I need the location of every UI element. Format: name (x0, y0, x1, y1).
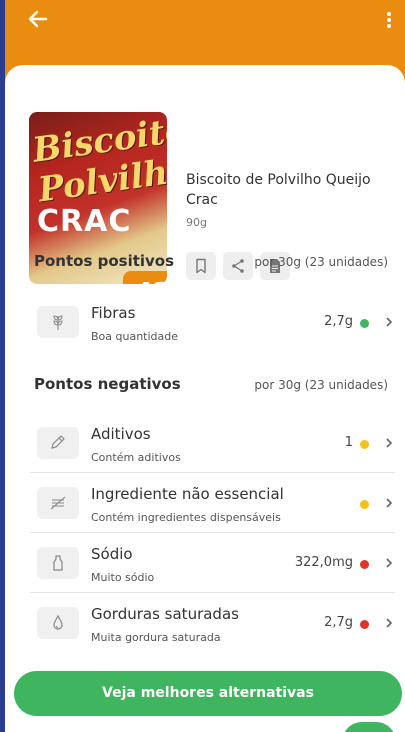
salt-shaker-icon (37, 547, 79, 579)
divider (30, 472, 395, 473)
row-value: 1 (344, 435, 353, 450)
nutrient-row-gorduras[interactable]: Gorduras saturadas Muita gordura saturad… (30, 599, 398, 659)
row-subtitle: Contém ingredientes dispensáveis (91, 511, 281, 524)
divider (30, 532, 395, 533)
divider (30, 592, 395, 593)
share-icon (232, 259, 244, 273)
chevron-right-icon (386, 558, 393, 568)
row-title: Sódio (91, 545, 133, 563)
status-dot-bad (360, 620, 369, 629)
row-title: Aditivos (91, 425, 151, 443)
row-subtitle: Contém aditivos (91, 451, 181, 464)
status-dot-bad (360, 560, 369, 569)
share-button[interactable] (223, 252, 253, 280)
nutrient-row-ingrediente[interactable]: Ingrediente não essencial Contém ingredi… (30, 479, 398, 539)
status-dot-medium (360, 500, 369, 509)
chevron-right-icon (386, 438, 393, 448)
row-title: Ingrediente não essencial (91, 485, 284, 503)
wheat-icon (37, 306, 79, 338)
chevron-right-icon (386, 498, 393, 508)
row-title: Fibras (91, 304, 136, 322)
product-weight: 90g (186, 216, 207, 229)
chevron-right-icon (386, 317, 393, 327)
bookmark-button[interactable] (186, 252, 216, 280)
row-value: 2,7g (324, 314, 353, 329)
more-vertical-icon[interactable] (381, 10, 397, 30)
row-title: Gorduras saturadas (91, 605, 239, 623)
back-arrow-icon[interactable] (27, 8, 49, 30)
positives-portion: por 30g (23 unidades) (254, 255, 388, 269)
row-value: 322,0mg (294, 555, 353, 570)
product-card: Biscoito Polvilho CRAC 42 Biscoito de Po… (5, 65, 405, 732)
row-subtitle: Boa quantidade (91, 330, 179, 343)
strikethrough-list-icon (37, 487, 79, 519)
product-image-brand: Biscoito Polvilho (30, 112, 167, 211)
negatives-title: Pontos negativos (34, 375, 181, 393)
nutrient-row-fibras[interactable]: Fibras Boa quantidade 2,7g (30, 298, 398, 358)
drop-icon (37, 607, 79, 639)
product-image-label: CRAC (37, 204, 132, 239)
positives-title: Pontos positivos (34, 252, 175, 270)
product-name: Biscoito de Polvilho Queijo Crac (186, 172, 371, 208)
chevron-right-icon (386, 618, 393, 628)
row-subtitle: Muito sódio (91, 571, 155, 584)
nutrient-row-sodio[interactable]: Sódio Muito sódio 322,0mg (30, 539, 398, 599)
dropper-icon (37, 427, 79, 459)
row-subtitle: Muita gordura saturada (91, 631, 221, 644)
negatives-portion: por 30g (23 unidades) (254, 378, 388, 392)
alternatives-button[interactable]: Veja melhores alternativas (14, 671, 402, 716)
bookmark-icon (196, 258, 206, 274)
score-badge: 42 (123, 271, 167, 284)
status-dot-good (360, 319, 369, 328)
status-dot-medium (360, 440, 369, 449)
nutrient-row-aditivos[interactable]: Aditivos Contém aditivos 1 (30, 419, 398, 479)
row-value: 2,7g (324, 615, 353, 630)
